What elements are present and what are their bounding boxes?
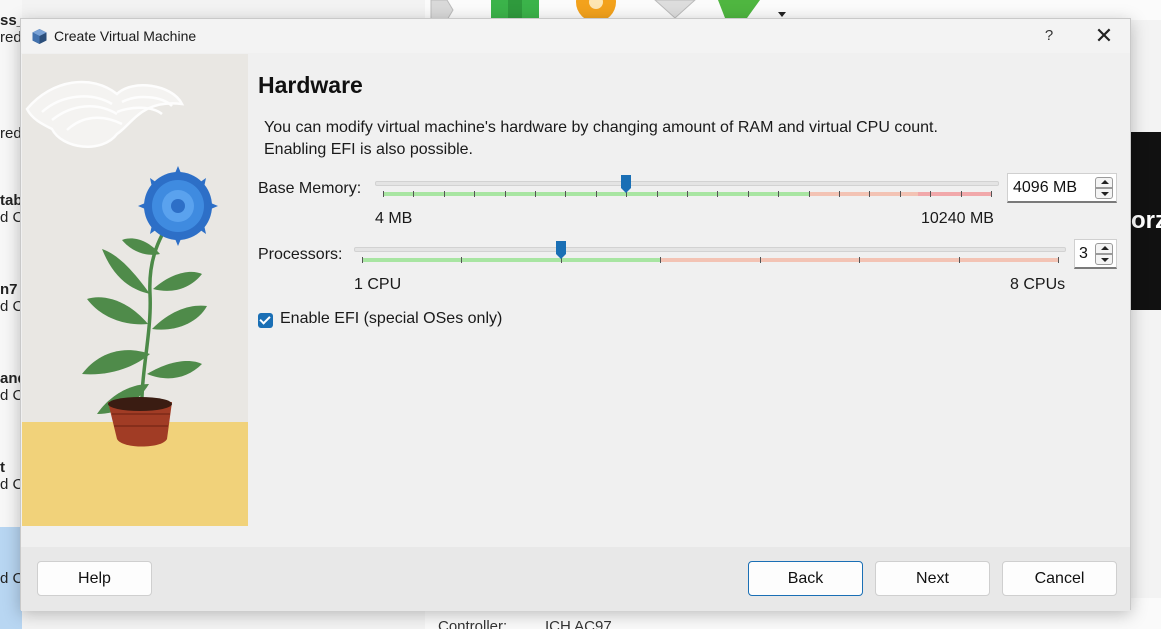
processors-slider[interactable]: [354, 241, 1066, 271]
base-memory-slider[interactable]: [375, 175, 999, 205]
processors-decrease-icon[interactable]: [1095, 254, 1113, 265]
slider-track: [354, 247, 1066, 252]
list-item[interactable]: n7 d C: [0, 281, 22, 315]
memory-increase-icon[interactable]: [1095, 177, 1113, 188]
title-bar[interactable]: Create Virtual Machine ? ✕: [21, 19, 1130, 53]
next-button[interactable]: Next: [875, 561, 990, 596]
list-item[interactable]: td C: [0, 459, 22, 493]
slider-tick: [656, 191, 658, 197]
base-memory-spinbox[interactable]: 4096 MB: [1007, 173, 1117, 203]
slider-tick: [660, 257, 662, 263]
slider-tick: [839, 191, 840, 197]
slider-tick: [869, 191, 871, 197]
slider-tick: [443, 191, 445, 197]
create-vm-dialog: Create Virtual Machine ? ✕ Hardware You …: [20, 18, 1131, 611]
start-icon[interactable]: [718, 0, 786, 18]
discard-state-icon[interactable]: [654, 0, 696, 19]
list-item[interactable]: andd C: [0, 370, 22, 404]
page-heading: Hardware: [258, 72, 363, 98]
back-button[interactable]: Back: [748, 561, 863, 596]
flower-pot-icon: [108, 397, 172, 447]
slider-range-ok: [362, 258, 661, 262]
processors-value: 3: [1079, 245, 1088, 262]
slider-tick: [759, 257, 761, 263]
close-icon[interactable]: ✕: [1093, 23, 1115, 49]
base-memory-label: Base Memory:: [258, 180, 362, 197]
slider-tick: [383, 191, 384, 197]
checkbox-checked-icon[interactable]: [258, 313, 273, 328]
processors-spinbox[interactable]: 3: [1074, 239, 1117, 269]
slider-tick: [778, 191, 780, 197]
slider-handle-icon[interactable]: [621, 175, 632, 193]
page-description: You can modify virtual machine's hardwar…: [264, 117, 938, 161]
settings-icon[interactable]: [576, 0, 616, 22]
slider-tick: [1058, 257, 1059, 263]
flower-icon: [138, 166, 218, 246]
slider-tick: [747, 191, 749, 197]
processors-increase-icon[interactable]: [1095, 243, 1113, 254]
slider-track: [375, 181, 999, 186]
cpu-max-label: 8 CPUs: [1010, 276, 1066, 293]
add-icon[interactable]: [491, 0, 539, 20]
slider-tick: [717, 191, 719, 197]
dialog-title: Create Virtual Machine: [54, 28, 197, 44]
detail-value: ICH AC97: [545, 618, 612, 629]
slider-tick: [461, 257, 463, 263]
slider-tick: [474, 191, 476, 197]
enable-efi-label: Enable EFI (special OSes only): [280, 310, 503, 327]
slider-tick: [958, 257, 960, 263]
slider-tick: [808, 191, 810, 197]
list-item[interactable]: ss_host_server_1red: [0, 12, 22, 46]
slider-tick: [899, 191, 901, 197]
help-button[interactable]: Help: [37, 561, 152, 596]
slider-tick: [859, 257, 861, 263]
slider-tick: [413, 191, 415, 197]
slider-tick: [930, 191, 932, 197]
slider-range-danger: [918, 192, 991, 196]
slider-tick: [595, 191, 597, 197]
detail-label: Controller:: [438, 618, 508, 629]
list-item-label: d C: [0, 570, 22, 587]
description-line: Enabling EFI is also possible.: [264, 141, 473, 158]
selected-list-item[interactable]: d C: [0, 527, 22, 629]
slider-tick: [535, 191, 536, 197]
slider-tick: [504, 191, 506, 197]
memory-max-label: 10240 MB: [921, 210, 994, 227]
slider-range-warn: [808, 192, 919, 196]
cpu-min-label: 1 CPU: [354, 276, 402, 293]
slider-tick: [565, 191, 567, 197]
virtualbox-icon: [32, 29, 47, 44]
memory-min-label: 4 MB: [375, 210, 413, 227]
memory-value: 4096 MB: [1013, 179, 1078, 196]
toolbar: [425, 0, 1161, 22]
discard-icon[interactable]: [430, 0, 454, 21]
list-item[interactable]: tab d C: [0, 192, 22, 226]
slider-tick: [960, 191, 962, 197]
help-icon[interactable]: ?: [1041, 27, 1057, 44]
plant-illustration: [22, 54, 248, 526]
slider-tick: [991, 191, 992, 197]
memory-decrease-icon[interactable]: [1095, 188, 1113, 199]
list-item[interactable]: red: [0, 125, 22, 142]
description-line: You can modify virtual machine's hardwar…: [264, 119, 938, 136]
cancel-button[interactable]: Cancel: [1002, 561, 1117, 596]
slider-handle-icon[interactable]: [555, 241, 566, 259]
slider-tick: [687, 191, 688, 197]
processors-label: Processors:: [258, 246, 343, 263]
slider-tick: [362, 257, 363, 263]
preview-panel: orz: [1131, 132, 1161, 310]
